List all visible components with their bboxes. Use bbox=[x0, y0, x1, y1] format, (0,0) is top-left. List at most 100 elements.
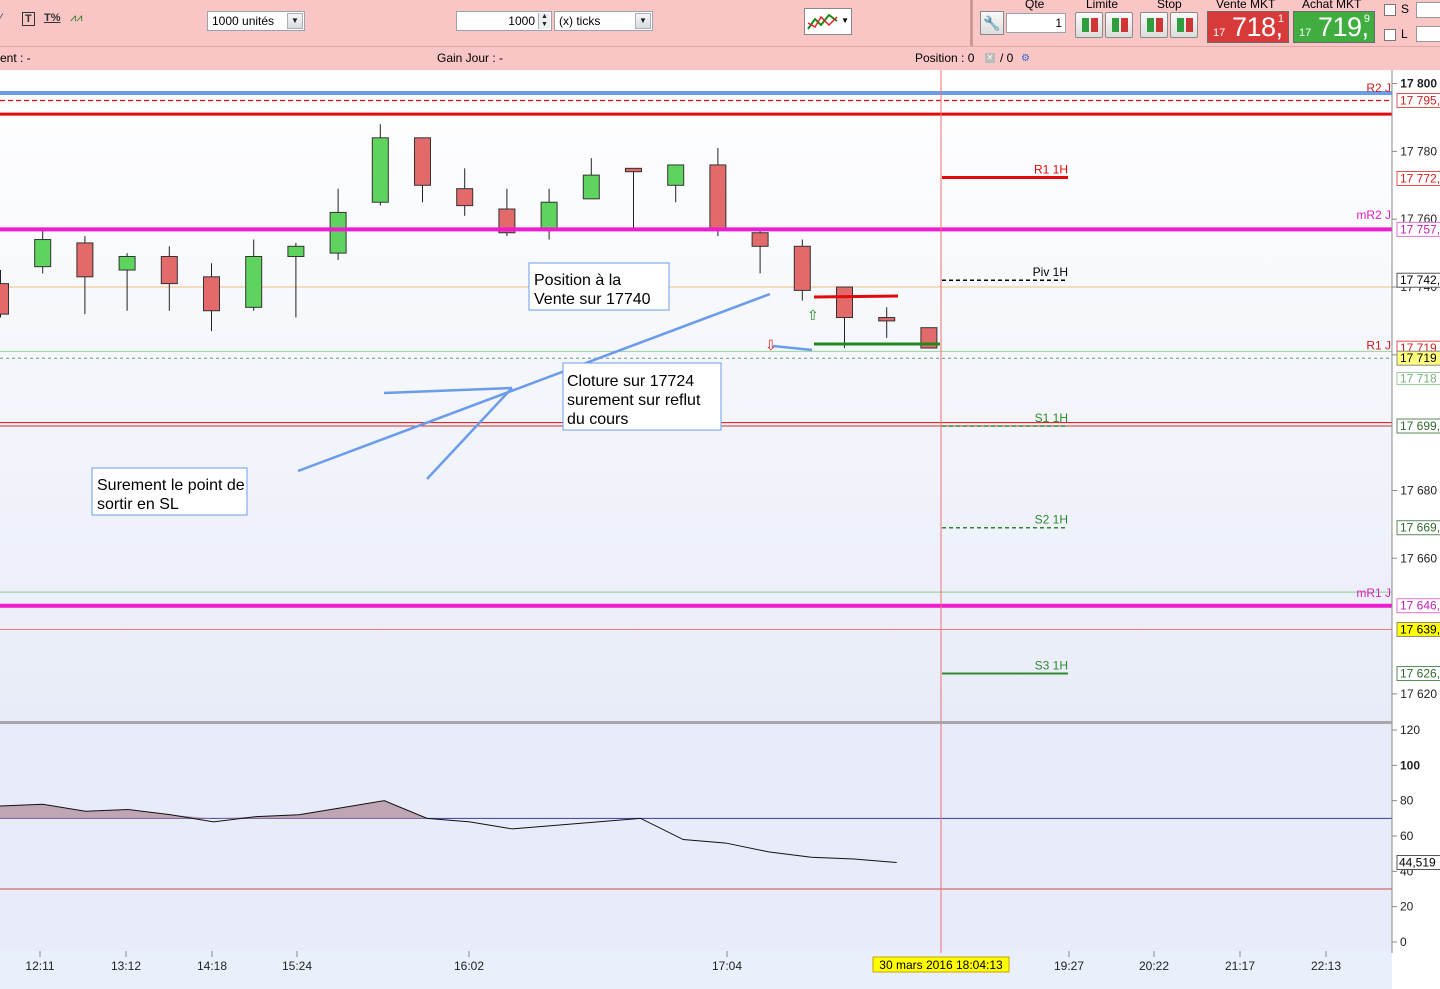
axis-tick-label: 17 800 bbox=[1400, 77, 1437, 91]
candle bbox=[751, 232, 769, 247]
ticks-stepper[interactable]: 1000 ▲ ▼ bbox=[456, 11, 552, 31]
indicator-tick-label: 100 bbox=[1400, 758, 1420, 772]
candle bbox=[667, 164, 685, 186]
stop-sell-button[interactable] bbox=[1170, 12, 1198, 38]
s-input[interactable] bbox=[1416, 2, 1440, 18]
stop-label: Stop bbox=[1157, 0, 1182, 11]
achat-mkt-button[interactable]: 17 719, 9 bbox=[1293, 11, 1375, 43]
candle bbox=[203, 276, 220, 312]
candle bbox=[414, 137, 431, 186]
level-label: R2 J bbox=[1366, 81, 1391, 95]
quantity-select[interactable]: 1000 unités ▼ bbox=[207, 11, 305, 31]
indicator-tick-label: 80 bbox=[1400, 794, 1414, 808]
price-chart[interactable]: R2 J mR2 J R1 J mR1 J R1 1H Piv 1H S1 1H S2 1H S… bbox=[0, 70, 1440, 989]
candle bbox=[540, 201, 558, 230]
axis-tick-label: 17 680 bbox=[1400, 483, 1437, 497]
price-tag-label: 17 669, bbox=[1400, 521, 1440, 535]
achat-price: 719, bbox=[1318, 12, 1369, 42]
positions-icon[interactable]: ⚙ bbox=[1021, 54, 1033, 64]
candle bbox=[793, 245, 811, 291]
indicator-tick-label: 0 bbox=[1400, 935, 1407, 949]
time-tick-label: 19:27 bbox=[1054, 959, 1084, 973]
qte-value: 1 bbox=[1055, 16, 1062, 30]
candle bbox=[329, 211, 347, 254]
qte-input[interactable]: 1 bbox=[1006, 13, 1066, 33]
candle bbox=[836, 286, 853, 319]
limite-sell-button[interactable] bbox=[1105, 12, 1133, 38]
time-tick-label: 15:24 bbox=[282, 959, 312, 973]
toolbar-divider bbox=[970, 0, 973, 46]
price-tag-label: 17 718 bbox=[1400, 372, 1437, 386]
pivot-label: Piv 1H bbox=[1033, 265, 1068, 279]
limite-label: Limite bbox=[1086, 0, 1119, 11]
achat-label: Achat MKT bbox=[1302, 0, 1362, 11]
pivot-label: R1 1H bbox=[1034, 163, 1068, 177]
price-tag-label: 17 772, bbox=[1400, 172, 1440, 186]
wrench-icon[interactable]: 🔧 bbox=[980, 11, 1004, 35]
quantity-select-value: 1000 unités bbox=[212, 14, 275, 28]
candle bbox=[0, 283, 9, 315]
stop-buy-button[interactable] bbox=[1140, 12, 1168, 38]
achat-prefix: 17 bbox=[1299, 27, 1312, 39]
panel-separator[interactable] bbox=[0, 721, 1392, 724]
achat-decimal: 9 bbox=[1363, 13, 1370, 25]
vente-label: Vente MKT bbox=[1216, 0, 1276, 11]
current-price-label: 17 719 bbox=[1400, 351, 1437, 365]
time-tick-label: 12:11 bbox=[25, 959, 54, 973]
time-tick-label: 13:12 bbox=[111, 959, 141, 973]
text-tool-icon[interactable]: T bbox=[22, 12, 35, 26]
line-tool-icon[interactable]: ⁄ bbox=[0, 12, 2, 24]
candle bbox=[160, 255, 178, 285]
chevron-down-icon[interactable]: ▼ bbox=[287, 13, 303, 29]
time-tick-label: 20:22 bbox=[1139, 959, 1169, 973]
candle bbox=[118, 255, 136, 271]
chart-type-button[interactable]: ▼ bbox=[804, 8, 852, 35]
s-label: S bbox=[1401, 2, 1410, 16]
ticks-unit-select[interactable]: (x) ticks ▼ bbox=[554, 11, 653, 31]
indicator-value: 44,519 bbox=[1399, 856, 1436, 870]
l-label: L bbox=[1401, 27, 1408, 41]
candle bbox=[625, 167, 642, 173]
trend-tool-icon[interactable]: ⩘⩘ bbox=[70, 12, 82, 25]
indicator-tick-label: 60 bbox=[1400, 829, 1414, 843]
percent-tool-icon[interactable]: T% bbox=[44, 12, 61, 24]
chevron-down-icon[interactable]: ▼ bbox=[841, 16, 849, 25]
price-tag-label: 17 626, bbox=[1400, 667, 1440, 681]
indicator-panel-bg bbox=[0, 721, 1392, 951]
time-tick-label: 21:17 bbox=[1225, 959, 1255, 973]
indicator-tick-label: 120 bbox=[1400, 723, 1420, 737]
candle bbox=[456, 188, 474, 207]
vente-mkt-button[interactable]: 17 718, 1 bbox=[1207, 11, 1289, 43]
axis-tick-label: 17 660 bbox=[1400, 551, 1437, 565]
candle bbox=[76, 242, 94, 278]
toolbar: ⁄ T T% ⩘⩘ 1000 unités ▼ 1000 ▲ ▼ (x) tick… bbox=[0, 0, 1440, 46]
axis-tick-label: 17 780 bbox=[1400, 144, 1437, 158]
cursor-time-label: 30 mars 2016 18:04:13 bbox=[879, 958, 1003, 972]
s-checkbox[interactable] bbox=[1384, 4, 1396, 16]
price-tag-label: 17 757, bbox=[1400, 222, 1440, 236]
l-input[interactable] bbox=[1416, 26, 1440, 42]
ticks-unit-value: (x) ticks bbox=[559, 14, 601, 28]
l-checkbox[interactable] bbox=[1384, 29, 1396, 41]
info-bar: ent : - Gain Jour : - Position : 0 ✕ / 0… bbox=[0, 46, 1440, 71]
vente-decimal: 1 bbox=[1277, 13, 1284, 25]
chart-type-icon bbox=[807, 13, 838, 30]
close-position-icon[interactable]: ✕ bbox=[985, 53, 995, 63]
time-tick-label: 22:13 bbox=[1311, 959, 1341, 973]
price-tag-label: 17 699, bbox=[1400, 419, 1440, 433]
spin-arrows-icon[interactable]: ▲ ▼ bbox=[538, 13, 550, 29]
gain-jour: Gain Jour : - bbox=[437, 51, 504, 65]
level-label: mR1 J bbox=[1356, 586, 1391, 600]
position-count: / 0 bbox=[1000, 51, 1014, 65]
chevron-down-icon[interactable]: ▼ bbox=[635, 13, 651, 29]
limite-buy-button[interactable] bbox=[1075, 12, 1103, 38]
indicator-tick-label: 20 bbox=[1400, 900, 1414, 914]
axis-tick-label: 17 620 bbox=[1400, 687, 1437, 701]
time-tick-label: 17:04 bbox=[712, 959, 742, 973]
price-tag-label: 17 795, bbox=[1400, 94, 1440, 108]
candle bbox=[371, 137, 389, 203]
candle bbox=[709, 164, 727, 230]
vente-prefix: 17 bbox=[1213, 27, 1226, 39]
candle bbox=[582, 174, 600, 200]
pivot-label: S3 1H bbox=[1035, 659, 1068, 673]
